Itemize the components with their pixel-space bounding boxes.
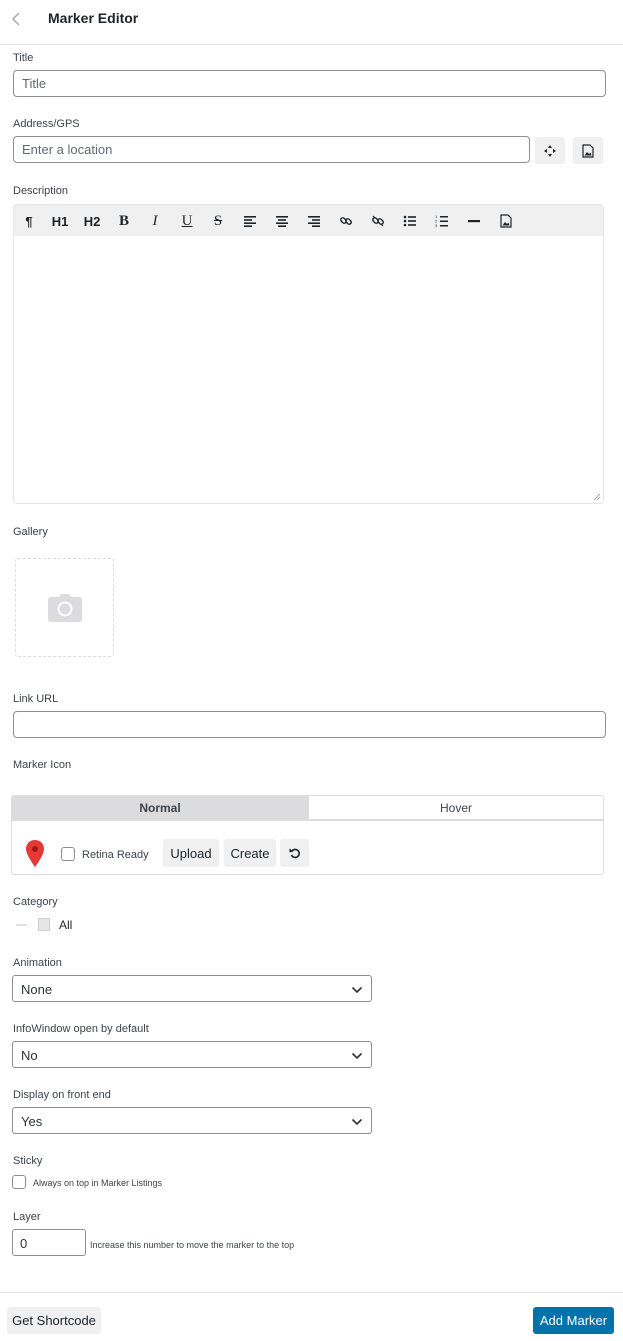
infowindow-select[interactable]: No: [12, 1041, 372, 1068]
strikethrough-button[interactable]: S: [205, 209, 231, 233]
category-tree-line: [16, 924, 27, 926]
insert-image-button[interactable]: [493, 209, 519, 233]
align-center-button[interactable]: [269, 209, 295, 233]
map-pin-icon: [26, 840, 44, 867]
chevron-left-icon[interactable]: [8, 10, 26, 28]
retina-ready-label: Retina Ready: [82, 849, 149, 861]
display-front-select[interactable]: Yes: [12, 1107, 372, 1134]
image-icon: [500, 214, 512, 228]
category-all-label: All: [59, 918, 73, 932]
layer-hint: Increase this number to move the marker …: [90, 1240, 295, 1250]
bullet-list-button[interactable]: [397, 209, 423, 233]
align-right-icon: [308, 216, 320, 227]
address-image-button[interactable]: [573, 137, 603, 164]
display-front-label: Display on front end: [13, 1089, 111, 1101]
upload-icon-button[interactable]: Upload: [163, 839, 219, 867]
chevron-down-icon: [351, 986, 363, 994]
numbered-list-button[interactable]: 1 2 3: [429, 209, 455, 233]
sticky-checkbox-label: Always on top in Marker Listings: [33, 1178, 163, 1188]
image-icon: [582, 143, 594, 158]
layer-input-value: 0: [20, 1236, 28, 1251]
sticky-checkbox[interactable]: [12, 1175, 26, 1189]
layer-input[interactable]: 0: [12, 1229, 86, 1256]
editor-footer: Get Shortcode Add Marker: [0, 1292, 623, 1341]
align-right-button[interactable]: [301, 209, 327, 233]
heading2-button[interactable]: H2: [79, 209, 105, 233]
description-editor[interactable]: [13, 236, 604, 504]
layer-label: Layer: [13, 1211, 41, 1223]
link-button[interactable]: [333, 209, 359, 233]
animation-select[interactable]: None: [12, 975, 372, 1002]
bold-button[interactable]: B: [111, 209, 137, 233]
title-label: Title: [13, 52, 34, 64]
sticky-label: Sticky: [13, 1155, 43, 1167]
description-label: Description: [13, 185, 69, 197]
marker-icon-tab-body: Retina Ready Upload Create: [12, 820, 603, 875]
align-left-icon: [244, 216, 256, 227]
display-front-select-value: Yes: [21, 1114, 43, 1129]
paragraph-button[interactable]: ¶: [16, 209, 42, 233]
editor-header: Marker Editor: [0, 0, 623, 45]
align-center-icon: [276, 216, 288, 227]
retina-ready-checkbox[interactable]: [61, 847, 75, 861]
infowindow-label: InfoWindow open by default: [13, 1023, 149, 1035]
category-label: Category: [13, 896, 58, 908]
marker-icon-label: Marker Icon: [13, 759, 72, 771]
infowindow-select-value: No: [21, 1048, 38, 1063]
animation-label: Animation: [13, 957, 62, 969]
link-icon: [340, 217, 352, 225]
locate-button[interactable]: [535, 137, 565, 164]
reset-icon-button[interactable]: [280, 839, 309, 867]
link-url-label: Link URL: [13, 693, 59, 705]
editor-toolbar: ¶ H1 H2 B I U S 1 2 3: [13, 204, 604, 236]
undo-icon: [289, 848, 300, 859]
gallery-label: Gallery: [13, 526, 48, 538]
underline-button[interactable]: U: [174, 209, 200, 233]
heading1-button[interactable]: H1: [47, 209, 73, 233]
unlink-icon: [372, 215, 384, 227]
address-input[interactable]: [13, 136, 530, 163]
tab-hover[interactable]: Hover: [308, 796, 603, 820]
create-icon-button[interactable]: Create: [224, 839, 276, 867]
page-title: Marker Editor: [48, 10, 139, 26]
camera-icon: [47, 593, 82, 622]
horizontal-rule-icon: [468, 220, 480, 223]
crosshair-icon: [544, 144, 556, 157]
horizontal-rule-button[interactable]: [461, 209, 487, 233]
svg-text:3: 3: [435, 223, 438, 228]
category-all-checkbox[interactable]: [38, 918, 50, 931]
chevron-down-icon: [351, 1052, 363, 1060]
link-url-input[interactable]: [13, 711, 606, 738]
add-marker-button[interactable]: Add Marker: [533, 1307, 614, 1334]
resize-handle-icon[interactable]: [593, 493, 601, 501]
bullet-list-icon: [403, 215, 416, 227]
tab-normal[interactable]: Normal: [12, 796, 308, 820]
gallery-add-image[interactable]: [15, 558, 114, 657]
unlink-button[interactable]: [365, 209, 391, 233]
align-left-button[interactable]: [237, 209, 263, 233]
chevron-down-icon: [351, 1118, 363, 1126]
marker-icon-panel: Normal Hover Retina Ready Upload Create: [11, 795, 604, 875]
get-shortcode-button[interactable]: Get Shortcode: [7, 1307, 101, 1334]
title-input[interactable]: [13, 70, 606, 97]
numbered-list-icon: 1 2 3: [435, 214, 448, 228]
address-label: Address/GPS: [13, 118, 80, 130]
italic-button[interactable]: I: [142, 209, 168, 233]
animation-select-value: None: [21, 982, 53, 997]
